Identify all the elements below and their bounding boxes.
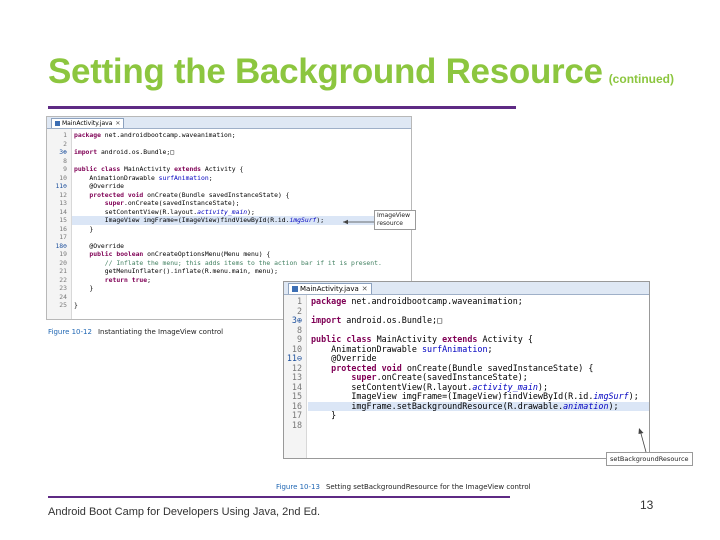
callout-2-arrowhead <box>638 428 644 434</box>
callout-1-arrowhead <box>343 219 348 225</box>
footer-text: Android Boot Camp for Developers Using J… <box>48 506 321 518</box>
page-number: 13 <box>640 498 654 512</box>
callout-arrows <box>343 219 647 453</box>
footer-divider <box>48 496 510 498</box>
